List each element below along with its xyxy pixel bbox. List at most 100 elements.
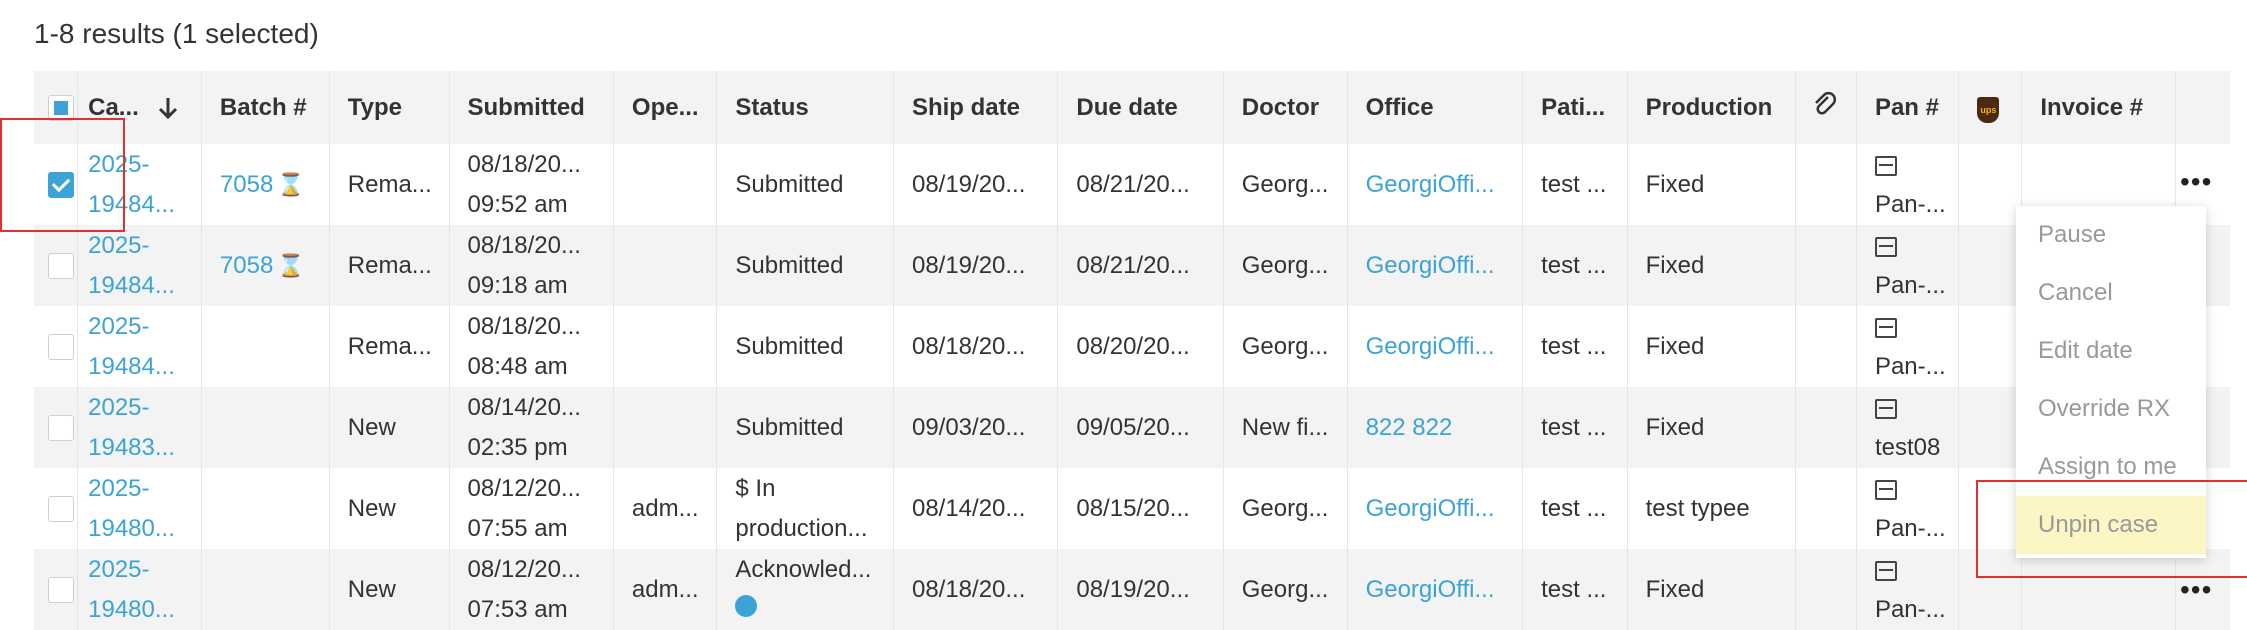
row-checkbox[interactable] <box>48 577 74 604</box>
office-cell[interactable]: GeorgiOffi... <box>1347 225 1524 306</box>
batch-cell[interactable]: 7058 ⌛ <box>201 144 330 225</box>
menu-item-edit-date[interactable]: Edit date <box>2016 322 2206 380</box>
submitted-time: 02:35 pm <box>467 433 568 461</box>
table-row[interactable]: 2025- 19484... 7058 ⌛ Rema... 08/18/20... 09:5… <box>34 144 2230 225</box>
ups-cell <box>1958 225 2023 306</box>
case-number-cell[interactable]: 2025- 19484... <box>77 306 202 387</box>
case-number-line2[interactable]: 19483... <box>88 428 200 468</box>
doctor-cell: New fi... <box>1223 387 1348 468</box>
table-row[interactable]: 2025- 19484... Rema... 08/18/20... 08:48 am S… <box>34 306 2230 387</box>
column-submitted[interactable]: Submitted <box>449 71 614 144</box>
column-status[interactable]: Status <box>716 71 894 144</box>
attachment-cell <box>1795 225 1857 306</box>
more-horizontal-icon[interactable]: ••• <box>2180 166 2212 198</box>
office-link[interactable]: GeorgiOffi... <box>1366 333 1495 360</box>
status-cell: Acknowled... <box>716 549 894 630</box>
type-cell: New <box>329 387 450 468</box>
column-attachment[interactable] <box>1795 71 1857 144</box>
pan-cell: Pan-... <box>1856 468 1960 549</box>
column-batch[interactable]: Batch # <box>201 71 330 144</box>
batch-link[interactable]: 7058 <box>220 171 273 198</box>
submitted-time: 09:52 am <box>467 190 568 218</box>
due-date-cell: 09/05/20... <box>1057 387 1224 468</box>
case-number-cell[interactable]: 2025- 19480... <box>77 468 202 549</box>
patient-cell: test ... <box>1522 468 1628 549</box>
attachment-cell <box>1795 306 1857 387</box>
office-cell[interactable]: GeorgiOffi... <box>1347 468 1524 549</box>
submitted-cell: 08/18/20... 09:18 am <box>449 225 614 306</box>
ups-logo-icon: ups <box>1977 97 2000 123</box>
office-cell[interactable]: GeorgiOffi... <box>1347 549 1524 630</box>
case-number-line1[interactable]: 2025- <box>88 388 200 428</box>
office-link[interactable]: GeorgiOffi... <box>1366 495 1495 522</box>
batch-cell[interactable] <box>201 387 330 468</box>
tray-icon <box>1874 479 1897 500</box>
column-case-label: Ca... <box>88 93 139 121</box>
column-operator[interactable]: Ope... <box>613 71 718 144</box>
operator-cell: adm... <box>613 468 718 549</box>
status-cell: Submitted <box>716 144 894 225</box>
batch-cell[interactable] <box>201 549 330 630</box>
attachment-cell <box>1795 549 1857 630</box>
pan-cell: test08 <box>1856 387 1960 468</box>
office-link[interactable]: GeorgiOffi... <box>1366 252 1495 279</box>
batch-cell[interactable] <box>201 468 330 549</box>
row-checkbox[interactable] <box>48 334 74 361</box>
menu-item-cancel[interactable]: Cancel <box>2016 264 2206 322</box>
type-cell: New <box>329 549 450 630</box>
pan-number: Pan-... <box>1874 190 1946 218</box>
column-due-date[interactable]: Due date <box>1057 71 1224 144</box>
row-select-cell[interactable] <box>34 549 79 630</box>
more-horizontal-icon[interactable]: ••• <box>2180 574 2212 606</box>
case-number-line1[interactable]: 2025- <box>88 307 200 347</box>
table-row[interactable]: 2025- 19484... 7058 ⌛ Rema... 08/18/20... 09:1… <box>34 225 2230 306</box>
column-office[interactable]: Office <box>1347 71 1524 144</box>
column-patient[interactable]: Pati... <box>1522 71 1628 144</box>
row-select-cell[interactable] <box>34 306 79 387</box>
office-cell[interactable]: 822 822 <box>1347 387 1524 468</box>
type-cell: Rema... <box>329 225 450 306</box>
submitted-date: 08/18/20... <box>467 231 581 259</box>
column-ups[interactable]: ups <box>1958 71 2023 144</box>
office-link[interactable]: GeorgiOffi... <box>1366 171 1495 198</box>
batch-cell[interactable]: 7058 ⌛ <box>201 225 330 306</box>
row-select-cell[interactable] <box>34 387 79 468</box>
case-number-line2[interactable]: 19480... <box>88 590 200 630</box>
pan-number: Pan-... <box>1874 514 1946 542</box>
table-row[interactable]: 2025- 19480... New 08/12/20... 07:55 am adm..… <box>34 468 2230 549</box>
case-number-line1[interactable]: 2025- <box>88 550 200 590</box>
table-row[interactable]: 2025- 19480... New 08/12/20... 07:53 am adm..… <box>34 549 2230 630</box>
office-link[interactable]: 822 822 <box>1366 414 1453 441</box>
row-select-cell[interactable] <box>34 225 79 306</box>
column-invoice[interactable]: Invoice # <box>2021 71 2176 144</box>
batch-cell[interactable] <box>201 306 330 387</box>
case-number-line2[interactable]: 19480... <box>88 509 200 549</box>
status-cell: Submitted <box>716 387 894 468</box>
row-checkbox[interactable] <box>48 253 74 280</box>
column-ship-date[interactable]: Ship date <box>893 71 1059 144</box>
row-checkbox[interactable] <box>48 415 74 442</box>
batch-link[interactable]: 7058 <box>220 252 273 279</box>
row-select-cell[interactable] <box>34 468 79 549</box>
column-production[interactable]: Production <box>1627 71 1797 144</box>
production-cell: Fixed <box>1627 549 1797 630</box>
row-checkbox[interactable] <box>48 496 74 523</box>
case-number-cell[interactable]: 2025- 19484... <box>77 225 202 306</box>
menu-item-pause[interactable]: Pause <box>2016 206 2206 264</box>
case-number-line2[interactable]: 19484... <box>88 347 200 387</box>
office-cell[interactable]: GeorgiOffi... <box>1347 306 1524 387</box>
annotation-box-checkbox <box>0 118 125 232</box>
case-number-line1[interactable]: 2025- <box>88 469 200 509</box>
arrow-down-icon[interactable] <box>157 96 179 120</box>
case-number-line2[interactable]: 19484... <box>88 266 200 306</box>
menu-item-override-rx[interactable]: Override RX <box>2016 380 2206 438</box>
case-number-cell[interactable]: 2025- 19483... <box>77 387 202 468</box>
column-pan[interactable]: Pan # <box>1856 71 1960 144</box>
case-number-cell[interactable]: 2025- 19480... <box>77 549 202 630</box>
office-link[interactable]: GeorgiOffi... <box>1366 576 1495 603</box>
column-type[interactable]: Type <box>329 71 450 144</box>
office-cell[interactable]: GeorgiOffi... <box>1347 144 1524 225</box>
column-doctor[interactable]: Doctor <box>1223 71 1348 144</box>
submitted-cell: 08/18/20... 08:48 am <box>449 306 614 387</box>
table-row[interactable]: 2025- 19483... New 08/14/20... 02:35 pm Submi… <box>34 387 2230 468</box>
